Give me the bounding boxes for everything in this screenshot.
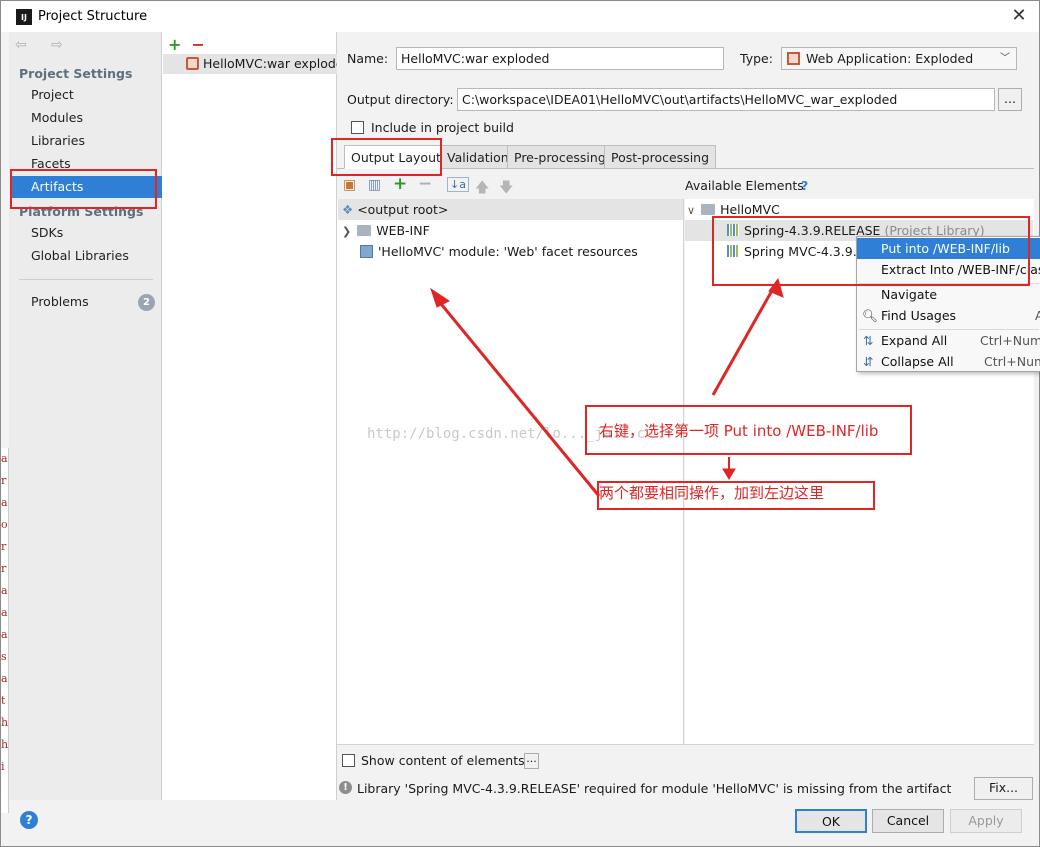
show-content-options-button[interactable]: ... [524, 753, 539, 769]
search-icon: 🔍︎ [862, 308, 878, 323]
move-down-icon[interactable]: 🡇 [499, 177, 513, 201]
close-window-button[interactable]: ✕ [1005, 4, 1033, 28]
find-usages-label: Find Usages [881, 308, 957, 323]
menu-item-collapse-all[interactable]: ⇵ Collapse All Ctrl+Num [857, 351, 1040, 372]
web-facet-icon [360, 245, 373, 258]
fix-button[interactable]: Fix... [974, 777, 1033, 800]
sidebar-item-project[interactable]: Project [11, 84, 162, 106]
sidebar-item-libraries[interactable]: Libraries [11, 130, 162, 152]
output-root-label: <output root> [357, 202, 449, 217]
type-label: Type: [740, 51, 773, 66]
hellomvc-label: HelloMVC [720, 202, 780, 217]
remove-artifact-icon[interactable]: − [191, 35, 204, 54]
create-archive-icon[interactable]: ▥ [368, 177, 381, 193]
output-directory-label: Output directory: [347, 92, 454, 107]
highlight-libraries-box [712, 216, 1030, 286]
add-element-icon[interactable]: + [393, 174, 407, 194]
chevron-down-icon[interactable]: ∨ [687, 204, 695, 217]
find-usages-shortcut: A [1035, 308, 1040, 323]
warning-icon: ! [339, 781, 352, 794]
artifact-toolbar: + − [168, 35, 205, 54]
menu-item-navigate[interactable]: Navigate [857, 284, 1040, 305]
add-artifact-icon[interactable]: + [168, 35, 181, 54]
browse-output-button[interactable]: ... [998, 88, 1022, 111]
artifact-item-label: HelloMVC:war explode [203, 56, 337, 71]
show-content-checkbox[interactable] [342, 754, 355, 767]
include-in-build-label: Include in project build [371, 120, 514, 135]
collapse-all-icon: ⇵ [863, 354, 874, 369]
create-directory-icon[interactable]: ▣ [343, 177, 356, 193]
module-folder-icon [701, 204, 716, 215]
type-select-value: Web Application: Exploded [806, 51, 974, 66]
collapse-all-shortcut: Ctrl+Num [984, 354, 1040, 369]
title-bar [1, 1, 1039, 32]
menu-item-find-usages[interactable]: 🔍︎ Find Usages A [857, 305, 1040, 326]
show-content-label: Show content of elements [361, 753, 525, 768]
sidebar-divider [19, 279, 153, 280]
war-artifact-icon [186, 57, 199, 70]
chevron-right-icon[interactable]: ❯ [342, 225, 351, 238]
background-editor-strip: atraorraaasathhi [1, 448, 9, 813]
facet-resources-label: 'HelloMVC' module: 'Web' facet resources [378, 244, 638, 259]
tab-post-processing[interactable]: Post-processing [604, 145, 717, 169]
move-up-icon[interactable]: 🡅 [475, 177, 489, 201]
collapse-all-label: Collapse All [881, 354, 954, 369]
sidebar-item-global-libraries[interactable]: Global Libraries [11, 245, 162, 267]
output-directory-input[interactable]: C:\workspace\IDEA01\HelloMVC\out\artifac… [457, 88, 995, 111]
sort-elements-icon[interactable]: ↓a [447, 177, 469, 192]
expand-all-label: Expand All [881, 333, 948, 348]
include-in-build-checkbox[interactable] [351, 121, 364, 134]
warning-message: Library 'Spring MVC-4.3.9.RELEASE' requi… [357, 781, 952, 796]
name-label: Name: [347, 51, 389, 66]
sidebar-item-sdks[interactable]: SDKs [11, 222, 162, 244]
ok-button[interactable]: OK [795, 809, 867, 833]
problems-count-badge: 2 [138, 294, 155, 311]
highlight-artifacts-box [10, 169, 157, 209]
highlight-output-layout-box [331, 138, 442, 176]
help-icon[interactable]: ? [801, 178, 808, 193]
annotation-text-1: 右键，选择第一项 Put into /WEB-INF/lib [599, 422, 879, 440]
back-forward-nav-icons[interactable]: ⇦ ⇨ [15, 37, 73, 53]
web-app-icon [787, 52, 800, 65]
artifact-list-panel [162, 32, 337, 800]
remove-element-icon[interactable]: − [418, 174, 432, 194]
menu-item-expand-all[interactable]: ⇅ Expand All Ctrl+NumP [857, 330, 1040, 351]
type-select[interactable]: Web Application: Exploded ﹀ [781, 47, 1017, 70]
intellij-app-icon: IJ [16, 9, 32, 25]
apply-button[interactable]: Apply [950, 809, 1022, 833]
help-button[interactable]: ? [20, 811, 38, 829]
output-layout-tree [337, 199, 684, 744]
tree-row-facet-resources[interactable]: 'HelloMVC' module: 'Web' facet resources [338, 241, 683, 262]
output-root-icon: ❖ [342, 202, 358, 217]
window-title: Project Structure [38, 9, 148, 24]
tree-row-output-root[interactable]: ❖ <output root> [338, 199, 683, 220]
expand-all-shortcut: Ctrl+NumP [980, 333, 1040, 348]
available-elements-header: Available Elements [685, 178, 804, 193]
bottom-separator [337, 744, 1034, 745]
folder-icon [357, 225, 372, 236]
tab-validation[interactable]: Validation [440, 145, 516, 169]
tab-pre-processing[interactable]: Pre-processing [507, 145, 613, 169]
tree-row-web-inf[interactable]: ❯ WEB-INF [338, 220, 683, 241]
cancel-button[interactable]: Cancel [872, 809, 944, 833]
chevron-down-icon: ﹀ [1000, 53, 1010, 64]
project-structure-window: IJ Project Structure ✕ atraorraaasathhi … [0, 0, 1040, 847]
project-settings-header: Project Settings [19, 66, 133, 81]
expand-all-icon: ⇅ [863, 333, 874, 348]
web-inf-label: WEB-INF [376, 223, 430, 238]
sidebar-item-modules[interactable]: Modules [11, 107, 162, 129]
annotation-text-2: 两个都要相同操作，加到左边这里 [599, 484, 825, 502]
name-input[interactable]: HelloMVC:war exploded [396, 47, 724, 70]
